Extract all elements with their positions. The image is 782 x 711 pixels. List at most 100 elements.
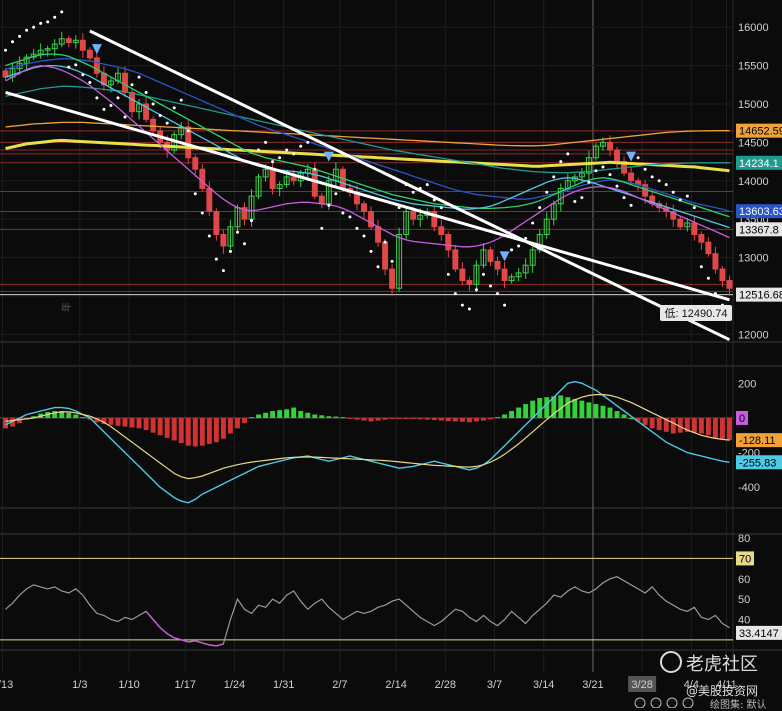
candle-body [192, 157, 199, 170]
macd-histogram-bar [368, 417, 374, 422]
sar-dot [200, 211, 204, 215]
sar-dot [158, 113, 162, 117]
macd-histogram-bar [277, 410, 283, 418]
candle-body [86, 49, 93, 59]
sar-dot [285, 148, 289, 152]
price-tick-label: 15500 [738, 61, 769, 73]
sar-dot [130, 83, 134, 87]
macd-histogram-bar [565, 397, 571, 418]
macd-histogram-bar [150, 417, 156, 433]
macd-histogram-bar [691, 417, 697, 433]
sar-dot [629, 203, 633, 207]
sar-dot [116, 96, 120, 100]
sar-dot [81, 73, 85, 77]
sar-dot [481, 272, 485, 276]
macd-histogram-bar [192, 417, 198, 447]
sar-dot [292, 152, 296, 156]
low-label-text: 低: 12490.74 [665, 307, 728, 320]
macd-histogram-bar [656, 417, 662, 431]
macd-histogram-bar [516, 407, 522, 418]
sar-dot [327, 203, 331, 207]
macd-histogram-bar [579, 400, 585, 418]
candle-body [389, 268, 396, 289]
x-tick-label: 2/28 [435, 679, 456, 691]
macd-histogram-bar [614, 411, 620, 418]
sar-dot [4, 48, 8, 52]
candle-body [691, 222, 698, 236]
sar-dot [594, 169, 598, 173]
candle-body [150, 118, 157, 132]
macd-tag-text: 0 [739, 413, 745, 425]
candle-body [129, 91, 135, 113]
candle-body [375, 226, 382, 243]
sar-dot [376, 265, 380, 269]
candle-body [122, 72, 128, 93]
candle-body [79, 39, 86, 51]
sar-dot [88, 80, 92, 84]
sar-dot [95, 96, 99, 100]
x-tick-label: 2/14 [385, 679, 406, 691]
sar-dot [299, 144, 303, 148]
price-tick-label: 13000 [738, 253, 769, 265]
macd-histogram-bar [649, 417, 655, 429]
macd-histogram-bar [333, 416, 339, 418]
sar-dot [334, 192, 338, 196]
macd-histogram-bar [249, 417, 254, 419]
candle-body [705, 241, 712, 255]
x-tick-label: 3/21 [582, 679, 603, 691]
sar-dot [664, 183, 668, 187]
sar-dot [60, 10, 64, 14]
sar-dot [587, 180, 591, 184]
candle-body [466, 280, 473, 285]
macd-histogram-bar [178, 417, 184, 444]
sar-dot [601, 165, 605, 169]
macd-histogram-bar [389, 417, 395, 419]
sar-dot [692, 206, 696, 210]
macd-histogram-bar [727, 417, 732, 441]
macd-histogram-bar [572, 398, 578, 418]
candle-body [726, 280, 733, 289]
candle-body [269, 168, 276, 189]
candle-body [494, 260, 501, 270]
sar-dot [257, 148, 261, 152]
sar-dot [25, 28, 29, 32]
sar-dot [18, 34, 22, 38]
sar-dot [369, 249, 373, 253]
sar-dot [531, 221, 535, 225]
sar-dot [636, 156, 640, 160]
macd-histogram-bar [523, 404, 529, 418]
macd-histogram-bar [396, 417, 402, 419]
macd-histogram-bar [305, 412, 311, 418]
x-tick-label: 2/13 [0, 679, 13, 691]
sar-dot [608, 173, 612, 177]
sar-dot [650, 175, 654, 179]
macd-histogram-bar [347, 417, 353, 419]
sar-dot [467, 307, 471, 311]
sar-dot [425, 183, 429, 187]
macd-histogram-bar [108, 417, 114, 425]
sar-dot [39, 21, 43, 25]
macd-histogram-bar [417, 417, 423, 420]
sar-dot [411, 190, 415, 194]
candle-body [65, 38, 72, 44]
macd-histogram-bar [213, 417, 219, 443]
sar-dot [186, 129, 190, 133]
sar-dot [390, 259, 394, 263]
sar-dot [320, 226, 324, 230]
candle-body [382, 241, 389, 270]
price-tick-label: 12000 [738, 329, 769, 341]
price-tick-label: 15000 [738, 99, 769, 111]
candle-body [452, 249, 459, 270]
price-tag-text: 12516.68 [739, 290, 782, 302]
macd-histogram-bar [586, 402, 592, 418]
sar-dot [235, 230, 239, 234]
sar-dot [453, 292, 457, 296]
sar-dot [165, 121, 169, 125]
sar-dot [250, 219, 254, 223]
price-tick-label: 16000 [738, 22, 769, 34]
rsi-tag-text: 70 [739, 553, 751, 565]
macd-histogram-bar [157, 417, 163, 436]
candle-body [361, 203, 367, 212]
macd-histogram-bar [284, 409, 290, 418]
macd-histogram-bar [319, 415, 325, 418]
